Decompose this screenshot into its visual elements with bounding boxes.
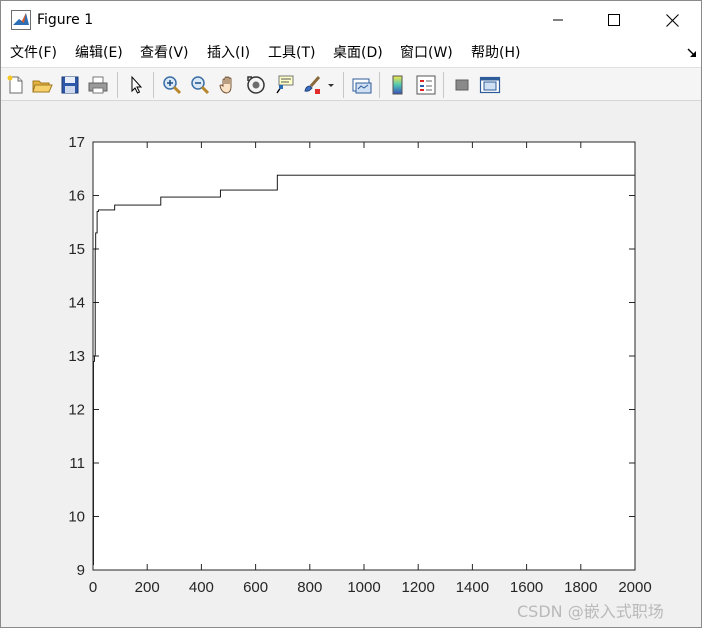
brush-icon <box>304 76 321 94</box>
open-file-icon <box>32 80 53 93</box>
hide-plot-tools-button[interactable] <box>451 74 473 96</box>
axes-background <box>93 142 635 570</box>
toolbar-separator <box>117 72 118 98</box>
pan-icon <box>219 76 232 94</box>
open-file-button[interactable] <box>31 74 53 96</box>
brush-options-dropdown[interactable] <box>325 74 337 96</box>
y-tick-label: 13 <box>68 348 85 365</box>
pan-button[interactable] <box>217 74 239 96</box>
figure-window: Figure 1 文件(F) 编辑(E) 查看(V) 插入(I) 工具(T) 桌… <box>0 0 702 628</box>
data-cursor-button[interactable] <box>273 74 295 96</box>
zoom-out-icon <box>191 76 210 95</box>
x-tick-label: 1400 <box>456 579 489 596</box>
title-bar[interactable]: Figure 1 <box>1 1 701 39</box>
zoom-in-button[interactable] <box>161 74 183 96</box>
menu-bar: 文件(F) 编辑(E) 查看(V) 插入(I) 工具(T) 桌面(D) 窗口(W… <box>1 39 701 67</box>
x-tick-label: 0 <box>89 579 97 596</box>
toolbar-separator <box>343 72 344 98</box>
figure-toolbar <box>1 67 701 101</box>
x-tick-label: 1800 <box>564 579 597 596</box>
brush-button[interactable] <box>301 74 323 96</box>
x-tick-label: 1200 <box>402 579 435 596</box>
figure-canvas[interactable]: 0 200 400 600 800 1000 1200 1400 1600 1800 2000 9 10… <box>1 101 701 627</box>
brush-dropdown-icon <box>328 84 334 87</box>
close-button[interactable] <box>649 1 695 39</box>
y-tick-label: 12 <box>68 402 85 419</box>
x-tick-label: 1600 <box>510 579 543 596</box>
print-button[interactable] <box>87 74 109 96</box>
link-plot-icon <box>352 78 372 94</box>
menu-tools[interactable]: 工具(T) <box>268 45 315 62</box>
pointer-icon <box>131 75 143 94</box>
zoom-out-button[interactable] <box>189 74 211 96</box>
save-icon <box>61 76 79 94</box>
menu-file[interactable]: 文件(F) <box>10 45 57 62</box>
toolbar-separator <box>379 72 380 98</box>
close-icon <box>665 13 679 27</box>
x-tick-label: 1000 <box>347 579 380 596</box>
show-plot-tools-button[interactable] <box>479 74 501 96</box>
x-tick-label: 800 <box>297 579 322 596</box>
colorbar-icon <box>392 75 403 95</box>
hide-plot-tools-icon <box>455 79 469 91</box>
menu-insert[interactable]: 插入(I) <box>207 45 250 62</box>
zoom-in-icon <box>163 76 182 95</box>
y-tick-label: 10 <box>68 509 85 526</box>
menu-desktop[interactable]: 桌面(D) <box>333 45 383 62</box>
menu-help[interactable]: 帮助(H) <box>471 45 520 62</box>
maximize-icon <box>608 14 620 26</box>
y-tick-label: 14 <box>68 295 85 312</box>
minimize-button[interactable] <box>535 1 581 39</box>
watermark: CSDN @嵌入式职场 <box>517 602 664 621</box>
legend-icon <box>416 75 436 95</box>
minimize-icon <box>553 19 563 21</box>
y-tick-label: 16 <box>68 188 85 205</box>
x-tick-label: 600 <box>243 579 268 596</box>
y-tick-label: 9 <box>77 562 85 579</box>
new-figure-button[interactable] <box>5 74 27 96</box>
window-title: Figure 1 <box>37 12 94 28</box>
rotate-3d-icon <box>247 76 265 94</box>
line-chart[interactable]: 0 200 400 600 800 1000 1200 1400 1600 1800 2000 9 10… <box>1 101 701 627</box>
rotate-3d-button[interactable] <box>245 74 267 96</box>
y-tick-label: 15 <box>68 241 85 258</box>
menu-edit[interactable]: 编辑(E) <box>75 45 123 62</box>
print-icon <box>88 76 108 94</box>
insert-colorbar-button[interactable] <box>387 74 409 96</box>
edit-plot-button[interactable] <box>125 74 147 96</box>
save-button[interactable] <box>59 74 81 96</box>
y-tick-label: 17 <box>68 134 85 151</box>
x-tick-label: 200 <box>135 579 160 596</box>
menu-window[interactable]: 窗口(W) <box>400 45 453 62</box>
toolbar-separator <box>443 72 444 98</box>
insert-legend-button[interactable] <box>415 74 437 96</box>
x-tick-label: 2000 <box>618 579 651 596</box>
x-tick-label: 400 <box>189 579 214 596</box>
data-cursor-icon <box>276 75 294 94</box>
show-plot-tools-icon <box>479 76 501 94</box>
dock-figure-icon[interactable] <box>686 47 698 59</box>
matlab-logo-icon <box>11 10 31 30</box>
link-plot-button[interactable] <box>351 74 373 96</box>
toolbar-separator <box>153 72 154 98</box>
maximize-button[interactable] <box>591 1 637 39</box>
new-figure-icon <box>7 75 23 94</box>
menu-view[interactable]: 查看(V) <box>140 45 189 62</box>
y-tick-label: 11 <box>69 455 85 472</box>
